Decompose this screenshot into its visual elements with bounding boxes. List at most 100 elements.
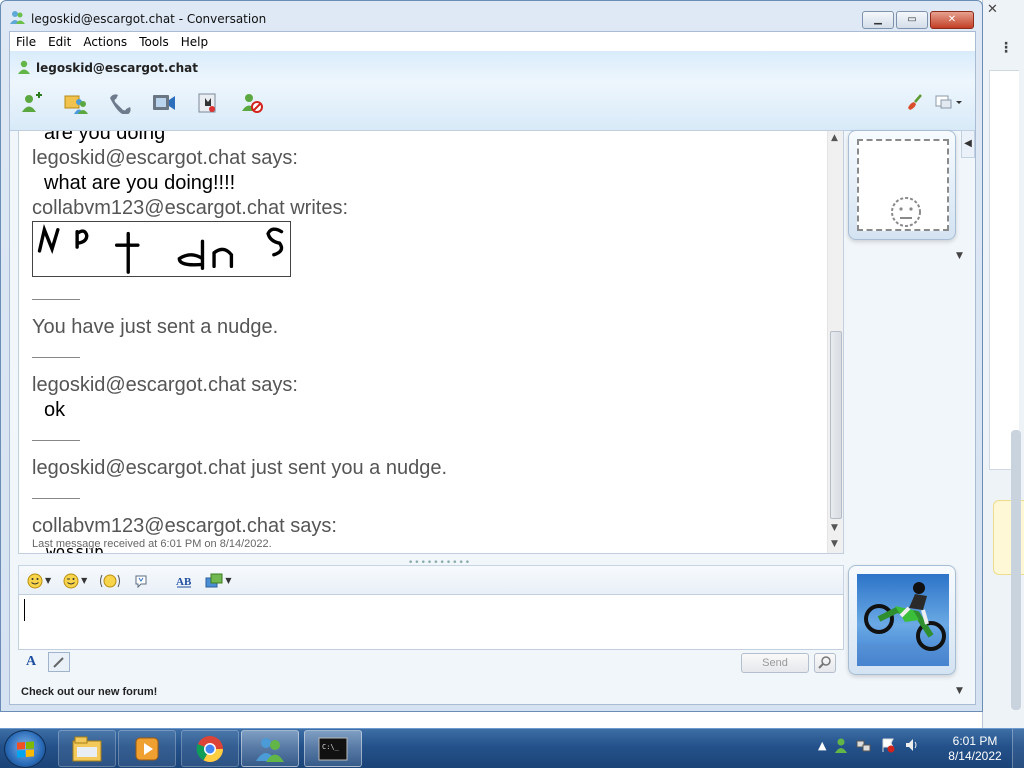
nudge-received-notice: legoskid@escargot.chat just sent you a n…: [32, 457, 447, 479]
scroll-thumb[interactable]: [830, 331, 842, 519]
minimize-button[interactable]: ▁: [862, 11, 894, 29]
ink-message: [32, 221, 291, 277]
message-input[interactable]: [18, 594, 844, 650]
messenger-icon: [10, 11, 25, 24]
chevron-left-icon: ◀: [964, 138, 972, 149]
compose-toolbar: ▼ ▼ AB ▼: [18, 565, 844, 595]
motocross-picture: [857, 574, 949, 666]
call-icon: [110, 94, 131, 114]
conversation-history[interactable]: are you doing legoskid@escargot.chat say…: [18, 130, 844, 554]
toolbar: [18, 89, 266, 117]
call-button[interactable]: [106, 90, 134, 116]
voice-clip-button[interactable]: [99, 573, 121, 589]
show-hidden-icons-icon[interactable]: ▲: [818, 739, 826, 752]
chrome-icon: [196, 735, 224, 762]
messenger-status-icon[interactable]: [834, 737, 848, 753]
separator: [32, 498, 80, 499]
wink-icon: [63, 573, 79, 588]
contact-name: legoskid@escargot.chat: [36, 61, 198, 75]
taskbar-chrome[interactable]: [181, 730, 239, 767]
paint-brush-icon[interactable]: [905, 93, 923, 111]
taskbar-media-player[interactable]: [118, 730, 176, 767]
text-mode-button[interactable]: A: [20, 652, 42, 672]
menu-file[interactable]: File: [10, 35, 42, 49]
taskbar-messenger[interactable]: [241, 730, 299, 767]
message-body: ok: [44, 399, 66, 421]
messenger-icon: [256, 737, 284, 762]
taskbar-command-prompt[interactable]: C:\_: [304, 730, 362, 767]
share-files-button[interactable]: [62, 90, 90, 116]
separator: [32, 357, 80, 358]
font-button[interactable]: AB: [175, 573, 193, 589]
close-icon[interactable]: ✕: [987, 2, 998, 17]
games-button[interactable]: [194, 90, 222, 116]
menu-edit[interactable]: Edit: [42, 35, 77, 49]
invite-contact-button[interactable]: [18, 90, 46, 116]
media-player-icon: [135, 737, 159, 760]
clock[interactable]: 6:01 PM 8/14/2022: [940, 734, 1010, 764]
system-tray: ▲: [818, 737, 920, 753]
message-body: what are you doing!!!!: [44, 172, 236, 194]
menu-help[interactable]: Help: [175, 35, 214, 49]
my-avatar[interactable]: [848, 565, 956, 675]
taskbar-file-explorer[interactable]: [58, 730, 116, 767]
video-icon: [153, 95, 175, 110]
command-prompt-icon: C:\_: [318, 737, 348, 760]
conversation-window: legoskid@escargot.chat - Conversation ▁ …: [0, 0, 983, 712]
video-button[interactable]: [150, 90, 178, 116]
message-header: collabvm123@escargot.chat writes:: [32, 197, 348, 219]
contact-avatar[interactable]: [848, 130, 956, 240]
motocross-illustration: [857, 582, 949, 666]
windows-logo-icon: [17, 741, 34, 758]
separator: [32, 299, 80, 300]
background-button[interactable]: ▼: [205, 573, 231, 589]
message-body: are you doing: [44, 130, 166, 144]
separator: [32, 440, 80, 441]
more-options-icon[interactable]: ⋮: [999, 40, 1013, 56]
title-bar[interactable]: legoskid@escargot.chat - Conversation ▁ …: [1, 1, 982, 31]
neutral-face-icon: [891, 197, 921, 227]
send-button[interactable]: Send: [741, 653, 809, 673]
network-icon[interactable]: [856, 737, 872, 753]
search-button[interactable]: [814, 653, 836, 673]
volume-icon[interactable]: [904, 737, 920, 753]
conversation-header: legoskid@escargot.chat: [10, 51, 975, 131]
invite-contact-icon: [22, 92, 42, 112]
message-header: legoskid@escargot.chat says:: [32, 374, 298, 396]
menu-bar: File Edit Actions Tools Help: [10, 32, 975, 51]
background-browser-window[interactable]: ✕ ⋮: [982, 0, 1024, 728]
contact-avatar-dropdown-icon[interactable]: ▼: [956, 251, 963, 261]
message-header: collabvm123@escargot.chat says:: [32, 515, 337, 537]
menu-actions[interactable]: Actions: [77, 35, 133, 49]
file-explorer-icon: [72, 736, 102, 761]
menu-tools[interactable]: Tools: [133, 35, 175, 49]
my-avatar-dropdown-icon[interactable]: ▼: [956, 686, 963, 696]
nudge-button[interactable]: [133, 573, 149, 589]
show-desktop-button[interactable]: [1012, 729, 1024, 768]
action-center-icon[interactable]: [880, 737, 896, 753]
message-list: are you doing legoskid@escargot.chat say…: [32, 130, 822, 553]
nudge-icon: [135, 575, 147, 588]
background-icon: [205, 573, 223, 587]
collapse-panel-button[interactable]: ◀: [961, 130, 975, 158]
message-header: legoskid@escargot.chat says:: [32, 147, 298, 169]
forum-promo-link[interactable]: Check out our new forum!: [21, 686, 157, 698]
share-files-icon: [64, 95, 88, 114]
background-pane: [989, 70, 1019, 470]
scroll-end-icon[interactable]: ▼: [831, 539, 838, 549]
scroll-down-icon[interactable]: ▼: [831, 523, 838, 533]
maximize-button[interactable]: ▭: [896, 11, 928, 29]
emoticon-button[interactable]: ▼: [27, 573, 51, 589]
block-icon: [242, 94, 263, 113]
font-icon: AB: [176, 576, 192, 588]
display-options-icon[interactable]: [935, 94, 963, 110]
handwriting-mode-button[interactable]: [48, 652, 70, 672]
start-button[interactable]: [4, 730, 46, 768]
close-button[interactable]: ✕: [930, 11, 974, 29]
input-mode-tools: A: [20, 652, 70, 672]
scroll-up-icon[interactable]: ▲: [831, 133, 838, 143]
history-scrollbar[interactable]: ▲ ▼ ▼: [827, 131, 843, 553]
block-button[interactable]: [238, 90, 266, 116]
wink-button[interactable]: ▼: [63, 573, 87, 589]
background-scrollbar[interactable]: [1011, 430, 1021, 710]
